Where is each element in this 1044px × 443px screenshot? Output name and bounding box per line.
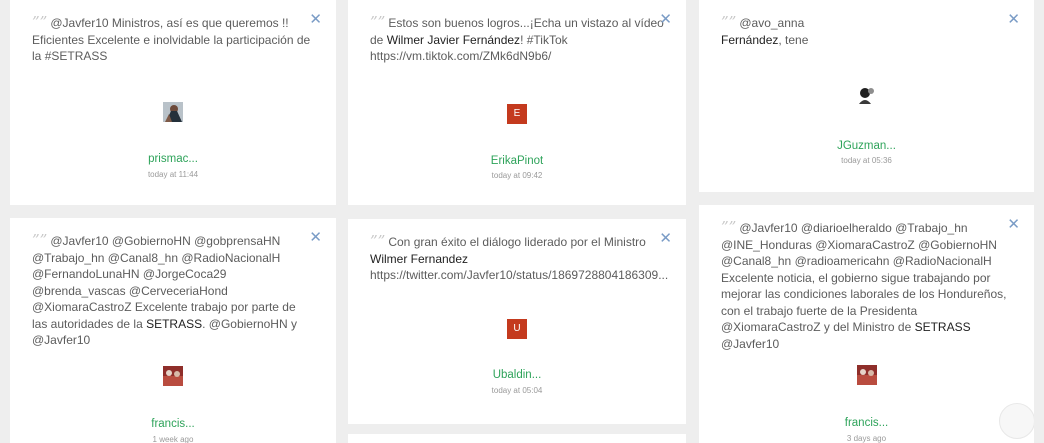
- post-text-part: @Javfer10 @diarioelheraldo @Trabajo_hn @…: [721, 221, 1007, 334]
- user-photo-icon[interactable]: [163, 366, 183, 386]
- post-hashtag[interactable]: SETRASS: [146, 317, 202, 331]
- post-mention[interactable]: Wilmer Fernandez: [370, 252, 468, 266]
- post-card: ✕ ”” @Javfer10 @GobiernoHN @gobprensaHN @…: [10, 218, 336, 443]
- quote-icon: ””: [721, 218, 737, 236]
- close-icon[interactable]: ✕: [659, 12, 672, 27]
- post-text: ”” @Javfer10 Ministros, así es que querem…: [32, 14, 314, 65]
- post-text: ”” @Javfer10 @diarioelheraldo @Trabajo_hn…: [721, 219, 1012, 352]
- scroll-button[interactable]: [999, 403, 1034, 439]
- post-mention[interactable]: Wilmer Javier Fernández: [387, 33, 520, 47]
- post-link[interactable]: https://twitter.com/Javfer10/status/1869…: [370, 268, 668, 282]
- post-hashtag[interactable]: SETRASS: [915, 320, 971, 334]
- post-text: ”” Estos son buenos logros...¡Echa un vis…: [370, 14, 664, 65]
- post-time: today at 11:44: [147, 170, 199, 179]
- close-icon[interactable]: ✕: [659, 231, 672, 246]
- close-icon[interactable]: ✕: [1007, 12, 1020, 27]
- close-icon[interactable]: ✕: [309, 230, 322, 245]
- post-text-part: , tene: [778, 32, 809, 47]
- post-card: ✕ ”” @avo_anna Fernández, tene JGuzman...…: [699, 0, 1034, 192]
- post-time: 1 week ago: [152, 435, 194, 443]
- quote-icon: ””: [721, 13, 737, 31]
- post-mention[interactable]: Fernández: [721, 33, 778, 47]
- user-photo-icon[interactable]: [856, 85, 877, 105]
- close-icon[interactable]: ✕: [309, 12, 322, 27]
- post-card: ✕ ”” @Javfer10 @diarioelheraldo @Trabajo_…: [699, 205, 1034, 443]
- post-card: ✕ ”” Con gran éxito el diálogo liderado p…: [348, 219, 686, 424]
- user-photo-icon[interactable]: [856, 365, 877, 385]
- post-card-partial: [348, 434, 686, 443]
- quote-icon: ””: [370, 13, 386, 31]
- post-text: ”” @avo_anna Fernández, tene: [721, 14, 816, 48]
- user-name-link[interactable]: prismac...: [10, 153, 336, 165]
- quote-icon: ””: [32, 13, 48, 31]
- post-text: ”” Con gran éxito el diálogo liderado por…: [370, 233, 670, 284]
- close-icon[interactable]: ✕: [1007, 217, 1020, 232]
- feed-wall: ✕ ”” @Javfer10 Ministros, así es que quer…: [0, 0, 1044, 443]
- user-name-link[interactable]: Ubaldin...: [348, 369, 686, 381]
- post-text-part: @avo_anna: [739, 16, 805, 30]
- user-initial-avatar[interactable]: E: [507, 104, 527, 124]
- post-text-part: @Javfer10: [721, 336, 780, 351]
- quote-icon: ””: [32, 231, 48, 249]
- post-card: ✕ ”” Estos son buenos logros...¡Echa un v…: [348, 0, 686, 205]
- post-time: 3 days ago: [846, 434, 887, 443]
- quote-icon: ””: [370, 232, 386, 250]
- post-text-part: Con gran éxito el diálogo liderado por e…: [388, 235, 646, 249]
- user-initial-avatar[interactable]: U: [507, 319, 527, 339]
- post-time: today at 05:36: [841, 156, 892, 165]
- user-photo-icon[interactable]: [163, 102, 183, 122]
- post-card: ✕ ”” @Javfer10 Ministros, así es que quer…: [10, 0, 336, 205]
- post-time: today at 09:42: [491, 171, 543, 180]
- user-name-link[interactable]: JGuzman...: [699, 140, 1034, 152]
- user-name-link[interactable]: francis...: [10, 418, 336, 430]
- user-name-link[interactable]: francis...: [699, 417, 1034, 429]
- post-hashtag[interactable]: #SETRASS: [45, 49, 108, 63]
- post-time: today at 05:04: [491, 386, 543, 395]
- post-text: ”” @Javfer10 @GobiernoHN @gobprensaHN @Tr…: [32, 232, 314, 349]
- user-name-link[interactable]: ErikaPinot: [348, 155, 686, 167]
